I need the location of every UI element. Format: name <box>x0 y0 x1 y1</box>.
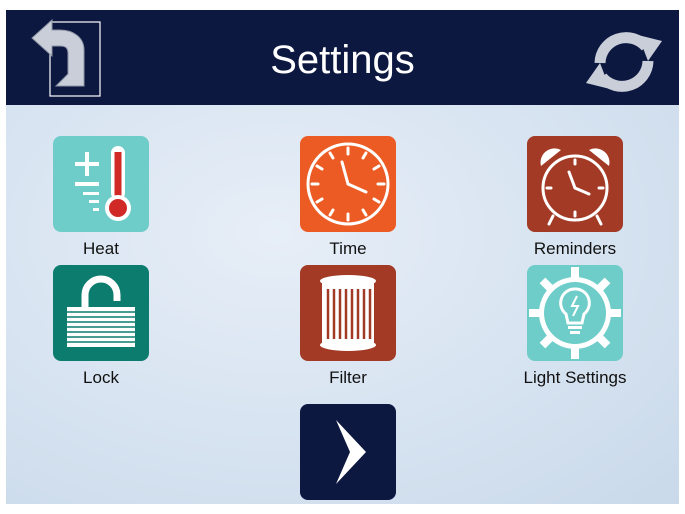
thermometer-icon <box>53 136 149 232</box>
tile-reminders[interactable]: Reminders <box>480 136 670 258</box>
tile-lock-label: Lock <box>83 368 119 387</box>
filter-icon <box>300 265 396 361</box>
tile-light-settings-label: Light Settings <box>523 368 627 387</box>
tile-time[interactable]: Time <box>253 136 443 258</box>
tile-filter[interactable]: Filter <box>253 265 443 387</box>
tile-time-label: Time <box>329 239 367 258</box>
clock-icon <box>300 136 396 232</box>
tile-light-settings[interactable]: Light Settings <box>480 265 670 387</box>
next-page-button[interactable] <box>300 404 396 500</box>
page-title: Settings <box>270 38 415 82</box>
chevron-right-icon <box>336 420 366 484</box>
settings-screen: Settings Heat Time Reminders Lock Filter… <box>6 10 679 504</box>
light-bulb-gear-icon <box>527 265 623 361</box>
tile-heat-label: Heat <box>83 239 119 258</box>
refresh-button[interactable] <box>582 25 666 99</box>
tile-heat[interactable]: Heat <box>6 136 196 258</box>
tile-reminders-label: Reminders <box>533 239 617 258</box>
tile-filter-label: Filter <box>329 368 367 387</box>
padlock-icon <box>53 265 149 361</box>
refresh-icon <box>586 32 662 92</box>
header-bar: Settings <box>6 10 679 105</box>
tile-lock[interactable]: Lock <box>6 265 196 387</box>
alarm-clock-icon <box>527 136 623 232</box>
